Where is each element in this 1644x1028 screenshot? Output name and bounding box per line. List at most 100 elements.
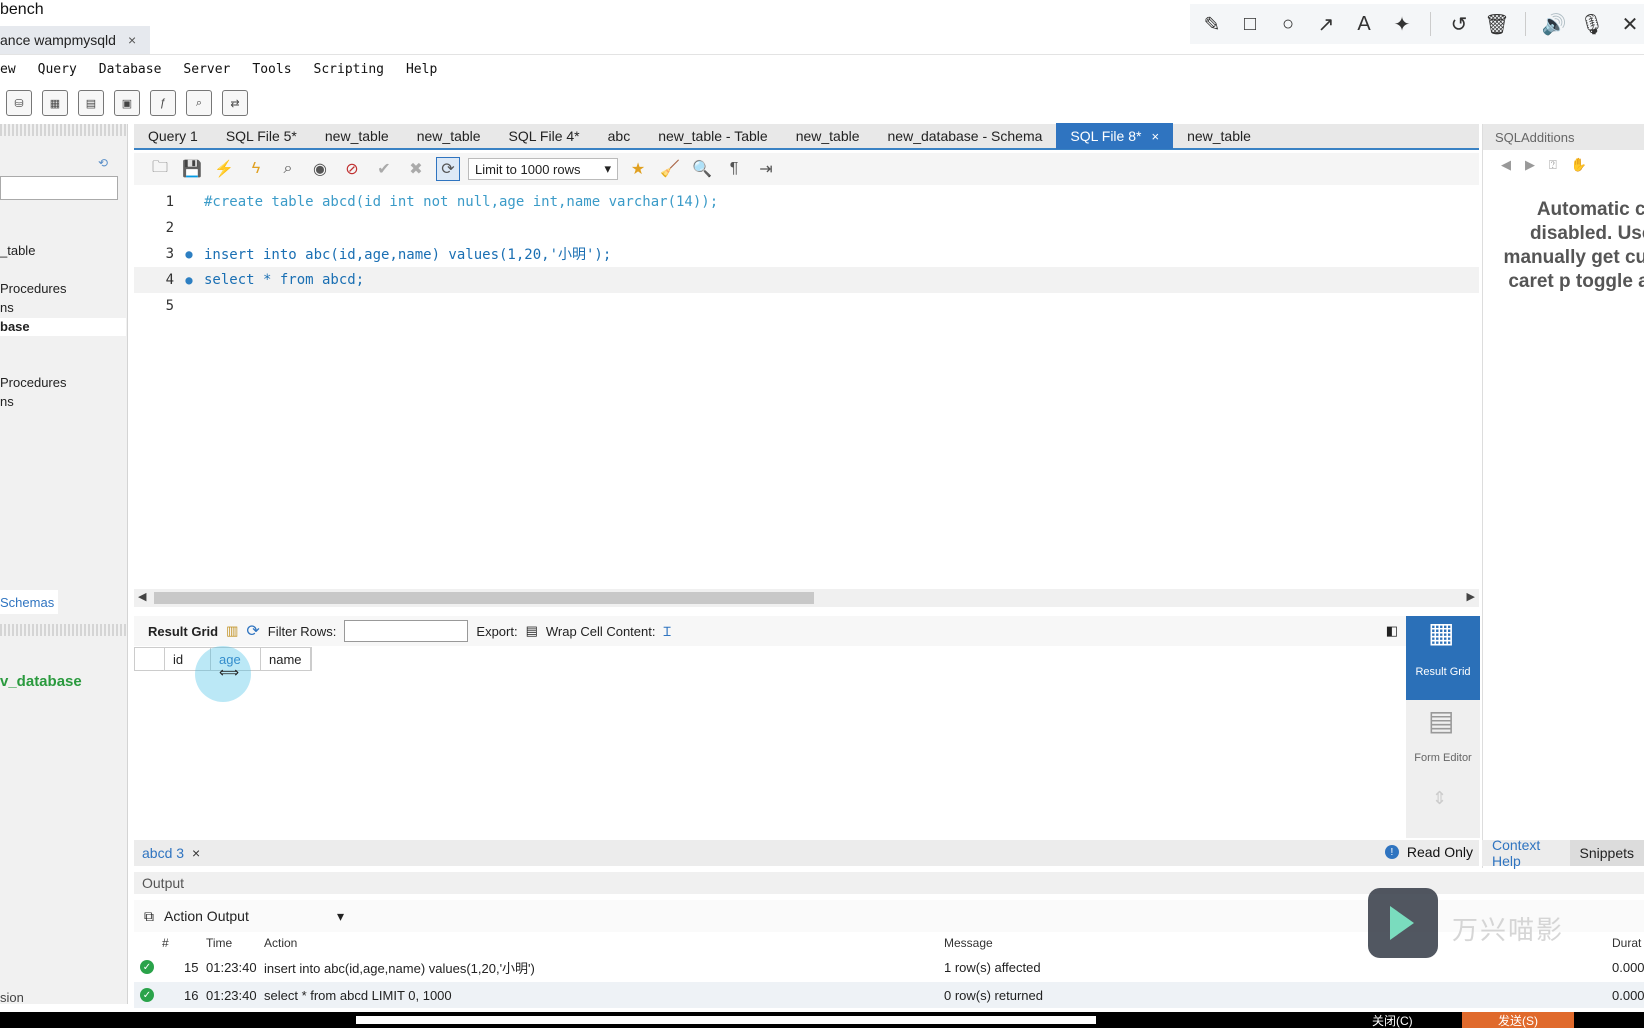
close-icon[interactable]: ✕ <box>1616 10 1644 38</box>
tab-new-database-schema[interactable]: new_database - Schema <box>874 123 1057 149</box>
tab-sql-file-4[interactable]: SQL File 4* <box>495 123 594 149</box>
invisible-chars-icon[interactable]: ¶ <box>722 157 746 181</box>
find-icon[interactable]: 🔍 <box>690 157 714 181</box>
sql-editor[interactable]: 1 #create table abcd(id int not null,age… <box>134 187 1479 587</box>
scrollbar-thumb[interactable] <box>154 592 814 604</box>
tab-new-table[interactable]: new_table <box>403 123 495 149</box>
menu-database[interactable]: Database <box>88 62 173 77</box>
tab-snippets[interactable]: Snippets <box>1569 840 1644 866</box>
new-table-icon[interactable]: ▦ <box>42 90 68 116</box>
rollback-icon[interactable]: ✖ <box>404 157 428 181</box>
sidebar-item-database[interactable]: base <box>0 319 30 334</box>
result-tab-abcd3[interactable]: abcd 3 <box>134 845 184 861</box>
microphone-icon[interactable]: 🎙 <box>1578 10 1606 38</box>
tab-query-1[interactable]: Query 1 <box>134 123 212 149</box>
sidebar-item-functions-2[interactable]: ns <box>0 394 14 409</box>
new-function-icon[interactable]: ƒ <box>150 90 176 116</box>
annotation-toolbar: ✎ □ ○ ↗ A ✦ ↺ 🗑 🔊 🎙 ✕ <box>1190 4 1644 44</box>
scroll-left-icon[interactable]: ◀ <box>138 590 146 603</box>
magic-wand-icon[interactable]: ✦ <box>1388 10 1416 38</box>
column-header-name[interactable]: name <box>261 648 311 670</box>
export-icon[interactable]: ▤ <box>526 623 538 639</box>
beautify-icon[interactable]: 🧹 <box>658 157 682 181</box>
filter-rows-label: Filter Rows: <box>267 623 337 639</box>
arrow-icon[interactable]: ↗ <box>1312 10 1340 38</box>
execute-icon[interactable]: ⚡ <box>212 157 236 181</box>
output-type-select[interactable]: Action Output ▾ <box>164 908 344 925</box>
limit-rows-select[interactable]: Limit to 1000 rows ▾ <box>468 158 618 180</box>
editor-horizontal-scrollbar[interactable]: ◀ ▶ <box>134 589 1479 607</box>
sidebar-item-table[interactable]: _table <box>0 243 35 258</box>
menu-query[interactable]: Query <box>27 62 88 77</box>
row-action: insert into abc(id,age,name) values(1,20… <box>264 960 535 976</box>
scroll-right-icon[interactable]: ▶ <box>1467 590 1475 603</box>
refresh-icon[interactable]: ⟲ <box>98 156 108 170</box>
schema-filter-input[interactable] <box>0 176 118 200</box>
menu-help[interactable]: Help <box>395 62 448 77</box>
panel-grip <box>0 124 127 136</box>
form-editor-button[interactable]: ▤ Form Editor <box>1406 707 1480 778</box>
manual-help-icon[interactable]: ⍰ <box>1549 157 1557 173</box>
close-icon[interactable]: × <box>1151 129 1159 144</box>
filter-rows-input[interactable] <box>344 620 469 642</box>
pencil-icon[interactable]: ✎ <box>1198 10 1226 38</box>
text-icon[interactable]: A <box>1350 10 1378 38</box>
explain-icon[interactable]: ⌕ <box>276 157 300 181</box>
table-row[interactable]: ✓ 16 01:23:40 select * from abcd LIMIT 0… <box>134 982 1644 1008</box>
toggle-panel-icon[interactable]: ◧ <box>1386 623 1398 639</box>
execute-current-icon[interactable]: ϟ <box>244 157 268 181</box>
reconnect-icon[interactable]: ⇄ <box>222 90 248 116</box>
wrap-lines-icon[interactable]: ⇥ <box>754 157 778 181</box>
close-icon[interactable]: × <box>128 32 136 48</box>
sidebar-item-procedures[interactable]: Procedures <box>0 281 66 296</box>
session-tab[interactable]: sion <box>0 990 24 1005</box>
menu-view[interactable]: ew <box>0 62 27 77</box>
close-icon[interactable]: × <box>192 845 200 861</box>
tab-new-table[interactable]: new_table <box>1173 123 1265 149</box>
search-table-icon[interactable]: ⌕ <box>186 90 212 116</box>
grid-icon[interactable]: ▥ <box>226 623 238 639</box>
bookmark-star-icon[interactable]: ★ <box>626 157 650 181</box>
tab-label: new_database - Schema <box>887 128 1043 144</box>
copy-icon[interactable]: ⧉ <box>144 908 154 925</box>
trash-icon[interactable]: 🗑 <box>1483 10 1511 38</box>
send-button[interactable]: 发送(S) <box>1462 1012 1574 1028</box>
stop-icon[interactable]: ◉ <box>308 157 332 181</box>
tab-context-help[interactable]: Context Help <box>1482 837 1570 869</box>
sidebar-item-procedures-2[interactable]: Procedures <box>0 375 66 390</box>
menu-server[interactable]: Server <box>172 62 241 77</box>
menu-tools[interactable]: Tools <box>241 62 302 77</box>
tab-sql-file-5[interactable]: SQL File 5* <box>212 123 311 149</box>
circle-icon[interactable]: ○ <box>1274 10 1302 38</box>
result-grid-button[interactable]: ▦ Result Grid <box>1406 616 1480 700</box>
wrap-cell-icon[interactable]: Ɪ <box>663 622 670 640</box>
open-folder-icon[interactable]: 🗀 <box>148 157 172 181</box>
refresh-icon[interactable]: ⟳ <box>246 621 259 641</box>
tab-abc[interactable]: abc <box>594 123 645 149</box>
sidebar-item-functions[interactable]: ns <box>0 300 14 315</box>
schemas-tab-label: Schemas <box>0 594 55 610</box>
tab-new-table[interactable]: new_table <box>311 123 403 149</box>
save-icon[interactable]: 💾 <box>180 157 204 181</box>
schemas-tab[interactable]: Schemas <box>0 590 58 614</box>
undo-icon[interactable]: ↺ <box>1445 10 1473 38</box>
tab-sql-file-8[interactable]: SQL File 8* × <box>1056 123 1174 149</box>
tab-new-table[interactable]: new_table <box>782 123 874 149</box>
rectangle-icon[interactable]: □ <box>1236 10 1264 38</box>
scroll-up-down-icon[interactable]: ⇕ <box>1432 788 1447 809</box>
code-line: 4 ● select * from abcd; <box>134 267 1479 293</box>
menu-scripting[interactable]: Scripting <box>303 62 395 77</box>
auto-help-icon[interactable]: ✋ <box>1571 157 1587 173</box>
connection-tab[interactable]: ance wampmysqld × <box>0 26 150 54</box>
commit-icon[interactable]: ✔ <box>372 157 396 181</box>
close-dialog-button[interactable]: 关闭(C) <box>1372 1012 1413 1028</box>
autocommit-icon[interactable]: ⟳ <box>436 157 460 181</box>
forward-icon[interactable]: ▶ <box>1525 157 1535 173</box>
tab-new-table-table[interactable]: new_table - Table <box>644 123 781 149</box>
speaker-icon[interactable]: 🔊 <box>1540 10 1568 38</box>
new-procedure-icon[interactable]: ▣ <box>114 90 140 116</box>
toggle-error-icon[interactable]: ⊘ <box>340 157 364 181</box>
back-icon[interactable]: ◀ <box>1501 157 1511 173</box>
new-view-icon[interactable]: ▤ <box>78 90 104 116</box>
new-schema-icon[interactable]: ⛁ <box>6 90 32 116</box>
